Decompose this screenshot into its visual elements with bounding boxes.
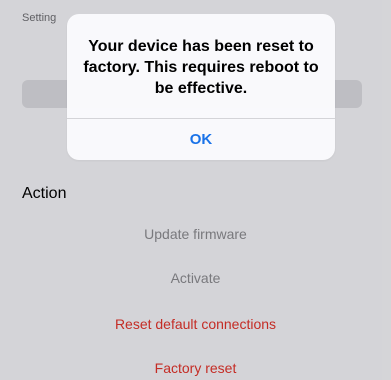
alert-dialog: Your device has been reset to factory. T… [67,14,335,160]
alert-message: Your device has been reset to factory. T… [83,38,319,97]
ok-button[interactable]: OK [67,119,335,160]
